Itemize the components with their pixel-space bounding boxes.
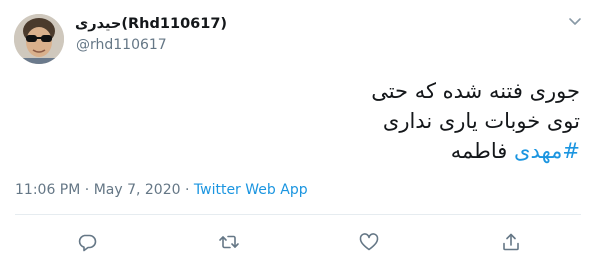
user-handle[interactable]: @rhd110617 (76, 37, 167, 53)
display-name[interactable]: حیدری(Rhd110617) (75, 16, 227, 32)
tweet-text: جوری فتنه شده که حتی توی خوبات یاری ندار… (160, 76, 580, 166)
tweet-meta: 11:06 PM · May 7, 2020 · Twitter Web App (15, 182, 308, 198)
tweet-line: #مهدی فاطمه (160, 136, 580, 166)
hashtag-link[interactable]: #مهدی (514, 139, 580, 163)
like-icon[interactable] (358, 231, 380, 253)
meta-separator: · (180, 182, 194, 198)
avatar-image (14, 14, 64, 64)
tweet-date[interactable]: May 7, 2020 (94, 182, 181, 198)
reply-icon[interactable] (76, 231, 98, 253)
share-icon[interactable] (500, 231, 522, 253)
meta-separator: · (80, 182, 94, 198)
retweet-icon[interactable] (218, 231, 240, 253)
avatar[interactable] (14, 14, 64, 64)
tweet-line: توی خوبات یاری نداری (382, 109, 580, 133)
tweet-line: جوری فتنه شده که حتی (371, 79, 580, 103)
chevron-down-icon[interactable] (566, 12, 584, 30)
tweet-time[interactable]: 11:06 PM (15, 182, 80, 198)
divider (15, 214, 581, 215)
tweet-source-link[interactable]: Twitter Web App (194, 182, 308, 198)
tweet-line-rest: فاطمه (450, 139, 515, 163)
